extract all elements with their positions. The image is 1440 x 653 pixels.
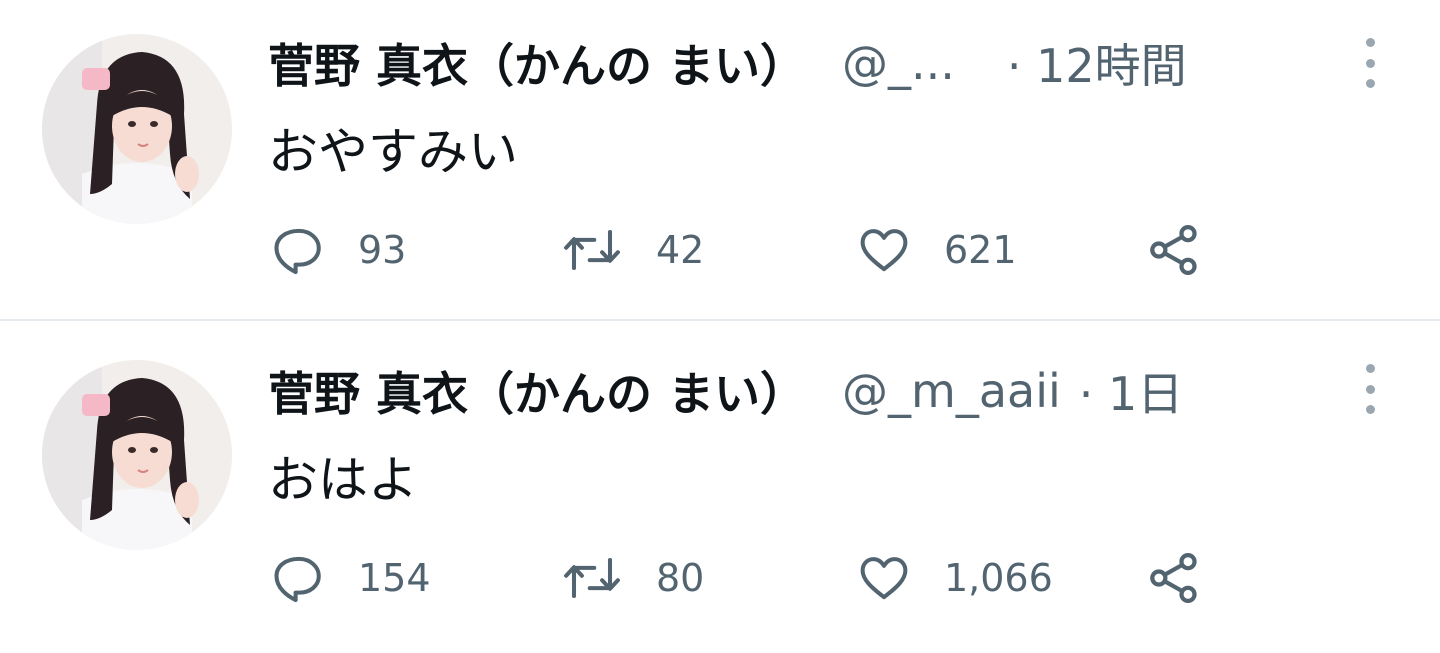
retweet-button[interactable]: 80 — [560, 548, 704, 608]
timestamp[interactable]: · 1日 — [1079, 358, 1184, 424]
tweet[interactable]: 菅野 真衣（かんの まい） @_m_aaii · 1日 おはよ 154 80 1… — [0, 320, 1440, 653]
like-button[interactable]: 621 — [856, 220, 1017, 280]
more-dot — [1365, 364, 1375, 373]
like-count: 1,066 — [944, 556, 1053, 600]
share-button[interactable] — [1146, 220, 1202, 280]
more-dot — [1365, 58, 1375, 68]
share-icon — [1146, 222, 1202, 278]
tweet-text: おはよ — [268, 451, 418, 509]
like-button[interactable]: 1,066 — [856, 548, 1053, 608]
display-name[interactable]: 菅野 真衣（かんの まい） — [268, 30, 806, 96]
tweet[interactable]: 菅野 真衣（かんの まい） @_... · 12時間 おやすみい 93 42 6… — [0, 0, 1440, 319]
reply-button[interactable]: 93 — [272, 220, 406, 280]
reply-count: 93 — [358, 228, 407, 272]
action-bar: 93 42 621 — [0, 220, 1440, 280]
more-dot — [1365, 384, 1375, 394]
more-icon[interactable] — [1360, 38, 1380, 88]
share-button[interactable] — [1146, 548, 1202, 608]
display-name[interactable]: 菅野 真衣（かんの まい） — [268, 358, 806, 424]
reply-icon — [272, 551, 326, 605]
avatar[interactable] — [42, 34, 232, 224]
avatar[interactable] — [42, 360, 232, 550]
tweet-header: 菅野 真衣（かんの まい） @_... · 12時間 — [268, 30, 1187, 96]
more-icon[interactable] — [1360, 364, 1380, 414]
tweet-text: おやすみい — [268, 123, 518, 181]
reply-icon — [272, 223, 326, 277]
tweet-header: 菅野 真衣（かんの まい） @_m_aaii · 1日 — [268, 358, 1183, 424]
reply-count: 154 — [358, 556, 431, 600]
retweet-count: 42 — [656, 228, 705, 272]
more-dot — [1365, 79, 1375, 88]
like-count: 621 — [944, 228, 1017, 272]
retweet-count: 80 — [656, 556, 705, 600]
more-dot — [1365, 405, 1375, 414]
like-icon — [856, 223, 912, 277]
retweet-icon — [560, 551, 624, 605]
more-dot — [1365, 38, 1375, 47]
reply-button[interactable]: 154 — [272, 548, 431, 608]
share-icon — [1146, 550, 1202, 606]
handle[interactable]: @_m_aaii — [842, 364, 1061, 418]
timestamp[interactable]: · 12時間 — [1007, 30, 1187, 96]
like-icon — [856, 551, 912, 605]
retweet-icon — [560, 223, 624, 277]
action-bar: 154 80 1,066 — [0, 548, 1440, 608]
handle[interactable]: @_... — [842, 36, 955, 90]
retweet-button[interactable]: 42 — [560, 220, 704, 280]
